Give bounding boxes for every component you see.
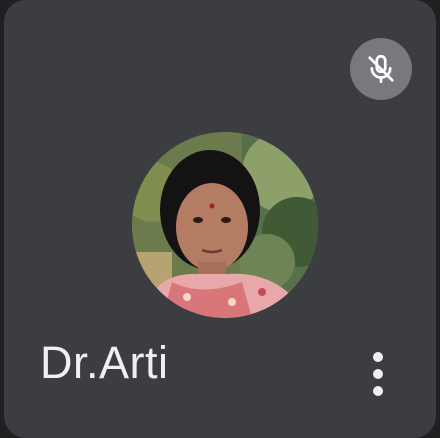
participant-name: Dr.Arti xyxy=(40,337,169,388)
more-options-button[interactable] xyxy=(356,344,400,404)
mic-off-icon xyxy=(368,54,394,84)
participant-tile: Dr.Arti xyxy=(4,0,436,438)
mic-off-badge xyxy=(350,38,412,100)
more-vert-icon xyxy=(373,352,383,362)
more-vert-icon-dot xyxy=(373,386,383,396)
more-vert-icon-dot xyxy=(373,369,383,379)
avatar-photo xyxy=(132,132,318,318)
avatar xyxy=(132,132,318,318)
